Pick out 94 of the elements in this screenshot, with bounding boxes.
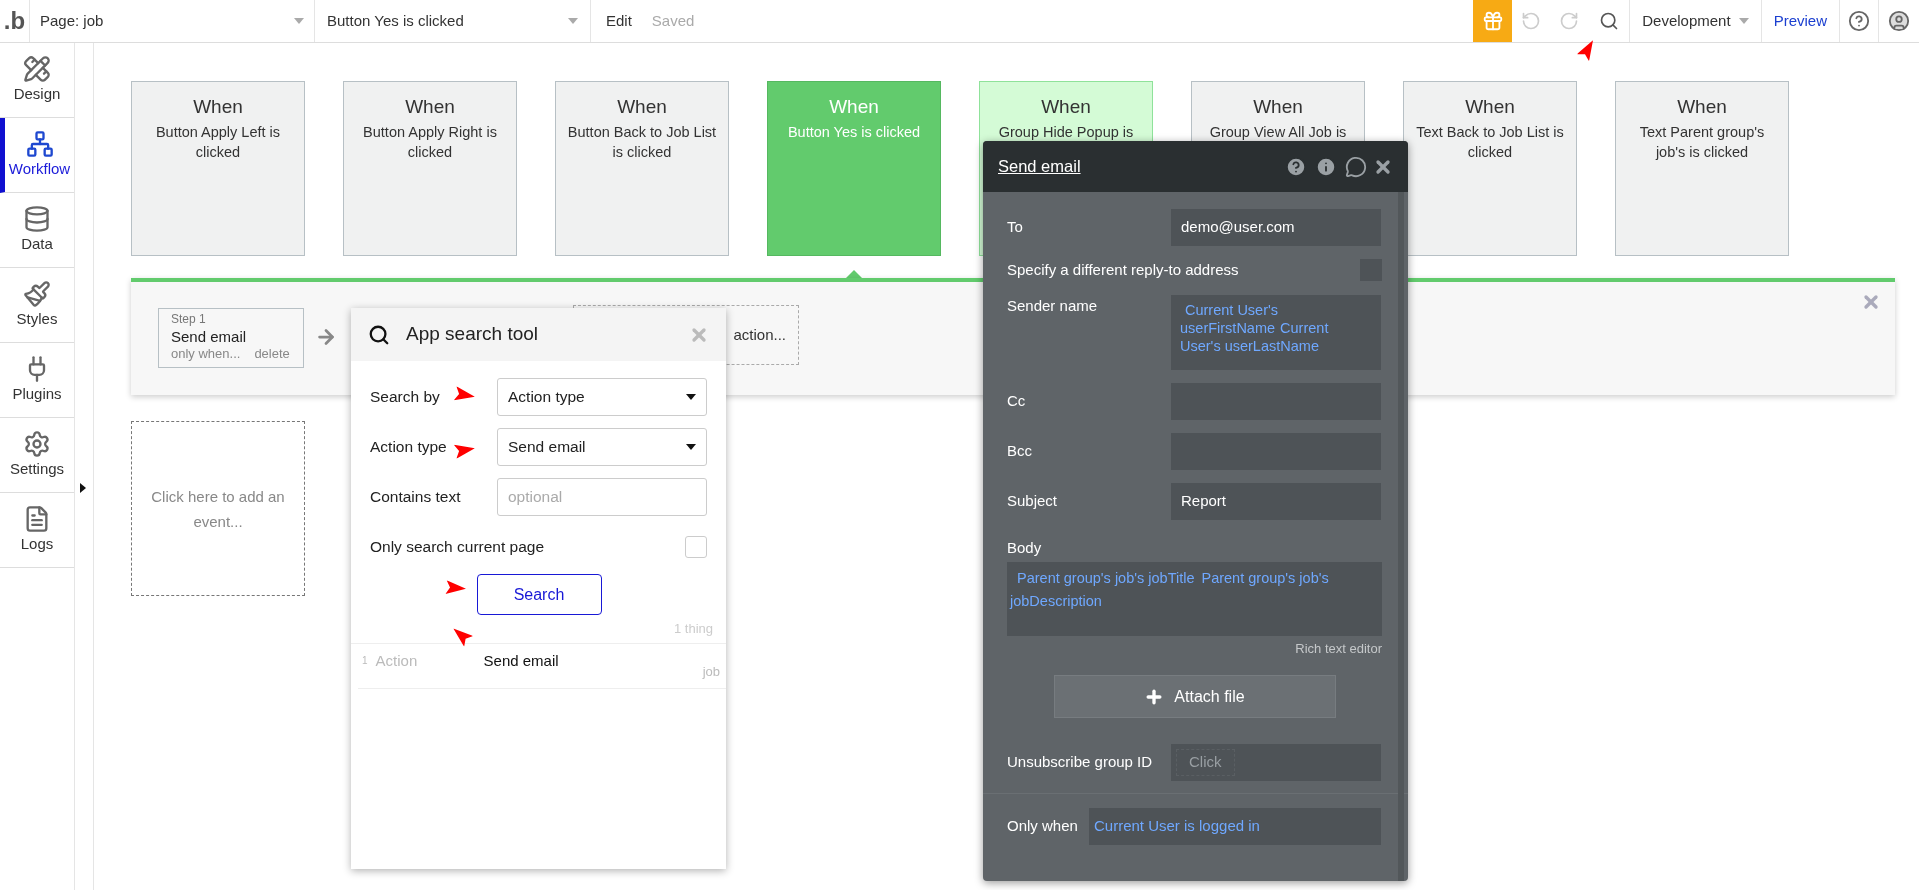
field-label: Subject (1007, 491, 1059, 512)
step-number: Step 1 (171, 311, 207, 327)
gear-icon (23, 429, 51, 458)
event-title: When (1677, 95, 1727, 119)
text-input[interactable]: demo@user.com (1171, 209, 1381, 246)
event-title: When (405, 95, 455, 119)
field-label: Search by (370, 388, 440, 406)
edit-menu[interactable]: Edit (606, 9, 632, 33)
event-card[interactable]: When Button Apply Right is clicked (343, 81, 517, 256)
event-description: Button Apply Right is clicked (362, 123, 498, 162)
result-name: Send email (483, 650, 559, 671)
comment-icon[interactable] (1345, 155, 1367, 178)
result-row[interactable]: 1 Action Send email job (358, 643, 726, 689)
page-dropdown[interactable]: Page: job (29, 0, 315, 42)
caret-icon (294, 18, 304, 24)
event-dropdown[interactable]: Button Yes is clicked (315, 0, 591, 42)
field-label: Body (1007, 538, 1043, 558)
redo-icon (1559, 11, 1580, 31)
info-icon[interactable] (1315, 155, 1337, 178)
event-description: Group Hide Popup is (998, 123, 1134, 142)
result-type: Action (375, 650, 419, 671)
event-card[interactable]: When Text Back to Job List is clicked (1403, 81, 1577, 256)
brush-icon (23, 279, 51, 308)
sidebar-item[interactable]: Plugins (0, 343, 74, 418)
field-label: Unsubscribe group ID (1007, 752, 1154, 773)
caret-icon (686, 444, 696, 450)
field-label: Sender name (1007, 296, 1099, 316)
search-icon (1598, 11, 1619, 31)
field-label: Specify a different reply-to address (1007, 259, 1239, 280)
select-dropdown[interactable]: Action type (497, 378, 707, 416)
sidebar-item[interactable]: Design (0, 43, 74, 118)
sidebar-item[interactable]: Data (0, 193, 74, 268)
event-card[interactable]: When Text Parent group's job's is clicked (1615, 81, 1789, 256)
select-dropdown[interactable]: Send email (497, 428, 707, 466)
event-description: Button Yes is clicked (787, 123, 921, 142)
event-description: Group View All Job is (1209, 123, 1347, 142)
sidebar-item[interactable]: Workflow (0, 118, 74, 193)
field-label: Bcc (1007, 441, 1033, 462)
help-icon (1848, 10, 1870, 32)
event-title: When (193, 95, 243, 119)
field-label: Only search current page (370, 537, 546, 558)
database-icon (23, 204, 51, 233)
rich-text-editor-link[interactable]: Rich text editor (1295, 638, 1382, 658)
caret-icon (1738, 18, 1749, 24)
event-title: When (1041, 95, 1091, 119)
sidebar-item[interactable]: Settings (0, 418, 74, 493)
search-button[interactable]: Search (476, 574, 602, 615)
field-label: Contains text (370, 487, 462, 508)
panel-title[interactable]: Send email (998, 154, 1081, 179)
event-description: Text Parent group's job's is clicked (1638, 123, 1766, 162)
help-button[interactable] (1839, 0, 1879, 42)
result-index: 1 (362, 653, 368, 668)
text-input[interactable]: Report (1171, 483, 1381, 520)
arrow-right-icon (315, 326, 337, 348)
event-title: When (1465, 95, 1515, 119)
only-when-link[interactable]: only when... (171, 346, 241, 362)
field-label: Action type (370, 438, 447, 456)
field-label: Only when (1007, 816, 1079, 837)
caret-icon (568, 18, 578, 24)
field-label: To (1007, 217, 1024, 238)
sidebar-item[interactable]: Styles (0, 268, 74, 343)
expand-arrow-icon[interactable] (80, 483, 86, 493)
sidebar-item[interactable]: Logs (0, 493, 74, 568)
event-title: When (829, 95, 879, 119)
save-status: Saved (651, 10, 695, 31)
event-description: Button Apply Left is clicked (154, 123, 282, 162)
text-input[interactable]: optional (497, 478, 707, 516)
scrollbar[interactable] (1398, 192, 1404, 881)
search-icon (368, 323, 390, 346)
environment-dropdown[interactable]: Development (1630, 0, 1762, 42)
sitemap-icon (25, 129, 54, 158)
event-description: Text Back to Job List is clicked (1415, 123, 1565, 162)
gift-button[interactable] (1473, 0, 1513, 42)
preview-link[interactable]: Preview (1761, 9, 1839, 33)
event-card[interactable]: When Button Back to Job List is clicked (555, 81, 729, 256)
add-event-box[interactable]: Click here to add an event... (131, 421, 305, 596)
logo[interactable]: .b (0, 3, 29, 39)
result-page: job (702, 663, 720, 681)
event-description: Button Back to Job List is clicked (566, 123, 718, 162)
event-title: When (1253, 95, 1303, 119)
event-title: When (617, 95, 667, 119)
field-label: Cc (1007, 391, 1027, 412)
panel-title: App search tool (406, 322, 539, 347)
event-card[interactable]: When Button Apply Left is clicked (131, 81, 305, 256)
gift-icon (1481, 10, 1504, 32)
undo-icon (1521, 11, 1542, 31)
checkbox[interactable] (685, 536, 707, 558)
step-action: Send email (171, 327, 248, 346)
help-icon[interactable] (1285, 155, 1307, 178)
pointer-arrow-icon (445, 580, 467, 596)
workflow-step[interactable]: Step 1 Send email only when... delete (158, 308, 304, 368)
attach-file-button[interactable]: Attach file (1053, 675, 1336, 718)
user-icon (1888, 10, 1910, 32)
pencil-ruler-icon (23, 54, 51, 83)
